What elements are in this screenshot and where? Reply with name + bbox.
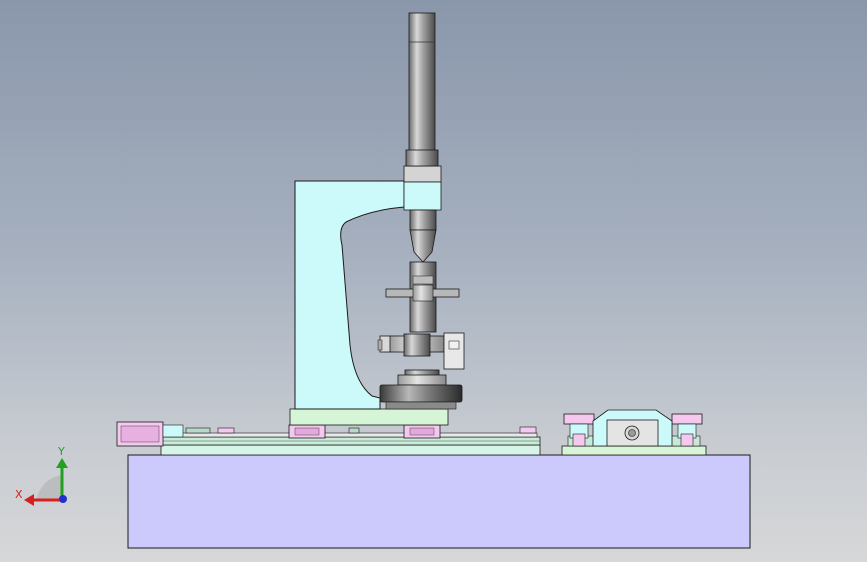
- right-fixture-assembly[interactable]: [561, 409, 707, 456]
- x-axis-label: X: [15, 488, 23, 501]
- z-axis-dot: [59, 495, 67, 503]
- carriage-block-right[interactable]: [403, 424, 441, 439]
- y-axis-arrow: [56, 458, 68, 468]
- base-block[interactable]: [127, 454, 751, 549]
- press-ram[interactable]: [409, 209, 437, 231]
- turntable-disc[interactable]: [379, 384, 463, 403]
- clamp-assembly[interactable]: [377, 332, 465, 370]
- carriage-block-left[interactable]: [288, 424, 326, 439]
- press-base-plate[interactable]: [289, 408, 449, 426]
- cad-model-view[interactable]: X Y: [0, 0, 867, 562]
- press-tip[interactable]: [409, 229, 437, 263]
- press-head-block[interactable]: [403, 165, 442, 183]
- cad-viewport[interactable]: X Y: [0, 0, 867, 562]
- left-rail-assembly[interactable]: [160, 426, 541, 456]
- triad-shade: [36, 475, 62, 500]
- y-axis-label: Y: [57, 445, 65, 458]
- press-upper-cylinder[interactable]: [408, 12, 436, 167]
- axis-triad: X Y: [15, 445, 68, 506]
- x-axis-arrow: [24, 494, 34, 506]
